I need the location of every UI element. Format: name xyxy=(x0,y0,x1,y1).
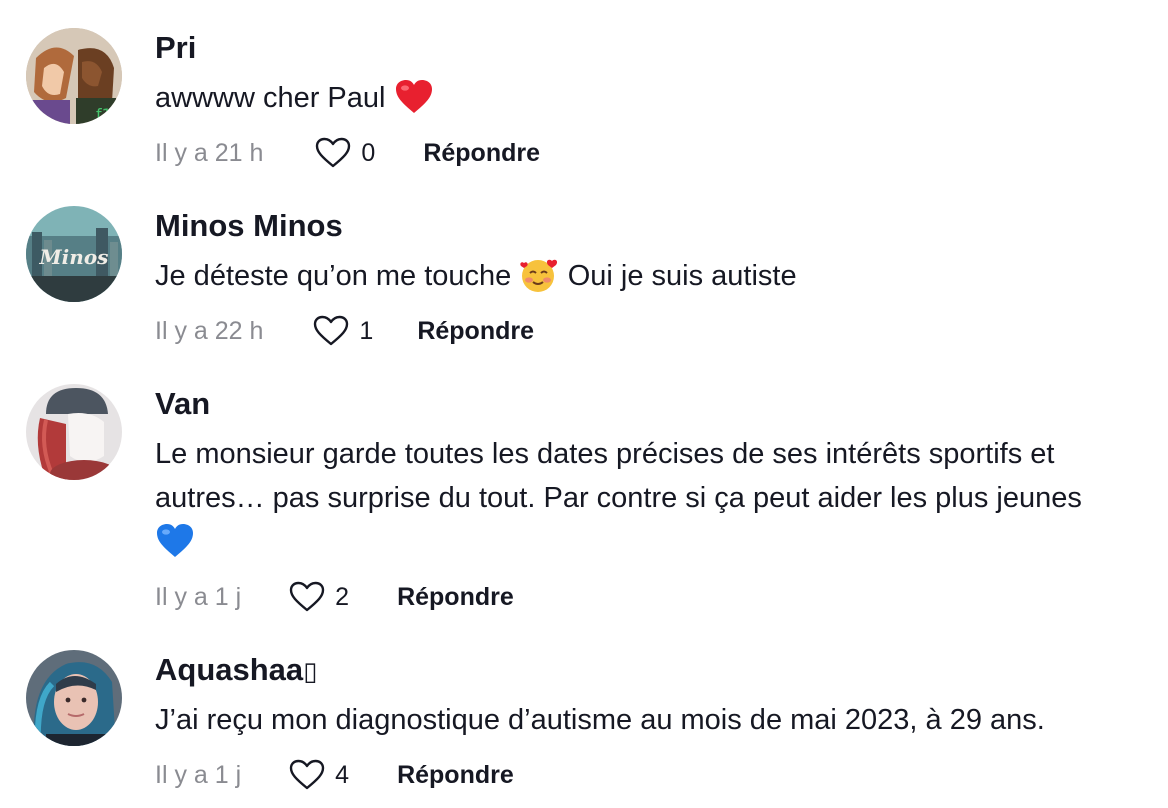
comment-body-continued: Oui je suis autiste xyxy=(567,260,797,292)
comment-text: Le monsieur garde toutes les dates préci… xyxy=(155,432,1155,566)
heart-outline-icon xyxy=(314,315,349,346)
like-button[interactable]: 4 xyxy=(289,759,349,791)
like-count: 2 xyxy=(335,582,350,611)
username-text: Aquashaa xyxy=(155,652,304,687)
smiling-face-hearts-emoji xyxy=(519,259,567,294)
comment-body: awwww cher Paul xyxy=(155,82,386,114)
like-button[interactable]: 1 xyxy=(313,315,373,347)
comment-text: Je déteste qu’on me touche Oui je suis a… xyxy=(155,254,1155,300)
comment-item: Minos Minos Minos Je déteste qu’on me to… xyxy=(0,206,1168,366)
avatar[interactable]: f1 xyxy=(26,28,122,124)
comment-meta: Il y a 22 h 1 Répondre xyxy=(155,313,534,349)
comment-username[interactable]: Van xyxy=(155,386,210,422)
comment-item: Van Le monsieur garde toutes les dates p… xyxy=(0,384,1168,624)
comment-timestamp: Il y a 21 h xyxy=(155,138,264,167)
comment-body: Le monsieur garde toutes les dates préci… xyxy=(155,438,1082,514)
comment-username[interactable]: Minos Minos xyxy=(155,208,343,244)
blue-heart-emoji xyxy=(155,524,195,560)
reply-button[interactable]: Répondre xyxy=(423,139,540,168)
comment-body: J’ai reçu mon diagnostique d’autisme au … xyxy=(155,704,1045,736)
avatar[interactable] xyxy=(26,384,122,480)
comment-meta: Il y a 1 j 4 Répondre xyxy=(155,757,514,793)
comment-timestamp: Il y a 1 j xyxy=(155,582,242,611)
reply-button[interactable]: Répondre xyxy=(417,317,534,346)
comment-item: Aquashaa▯ J’ai reçu mon diagnostique d’a… xyxy=(0,650,1168,808)
comment-timestamp: Il y a 22 h xyxy=(155,316,264,345)
comment-item: f1 Pri awwww cher Paul Il y a 21 h 0 Rép… xyxy=(0,28,1168,188)
like-count: 0 xyxy=(361,138,376,167)
heart-outline-icon xyxy=(289,581,325,612)
heart-outline-icon xyxy=(316,137,351,168)
comment-text: J’ai reçu mon diagnostique d’autisme au … xyxy=(155,698,1155,742)
username-suffix: ▯ xyxy=(303,656,318,686)
comment-timestamp: Il y a 1 j xyxy=(155,760,242,789)
svg-text:f1: f1 xyxy=(96,105,112,124)
comment-username[interactable]: Aquashaa▯ xyxy=(155,652,317,688)
svg-text:Minos: Minos xyxy=(39,245,109,269)
reply-button[interactable]: Répondre xyxy=(397,583,514,612)
like-button[interactable]: 0 xyxy=(315,137,375,169)
comment-meta: Il y a 21 h 0 Répondre xyxy=(155,135,540,171)
like-button[interactable]: 2 xyxy=(289,581,349,613)
avatar[interactable] xyxy=(26,650,122,746)
comment-body: Je déteste qu’on me touche xyxy=(155,260,512,292)
comment-meta: Il y a 1 j 2 Répondre xyxy=(155,579,514,615)
red-heart-emoji xyxy=(394,80,434,116)
avatar[interactable]: Minos xyxy=(26,206,122,302)
heart-outline-icon xyxy=(289,759,325,790)
like-count: 4 xyxy=(335,760,350,789)
reply-button[interactable]: Répondre xyxy=(397,761,514,790)
like-count: 1 xyxy=(359,316,374,345)
comment-username[interactable]: Pri xyxy=(155,30,196,66)
comment-text: awwww cher Paul xyxy=(155,76,1155,122)
